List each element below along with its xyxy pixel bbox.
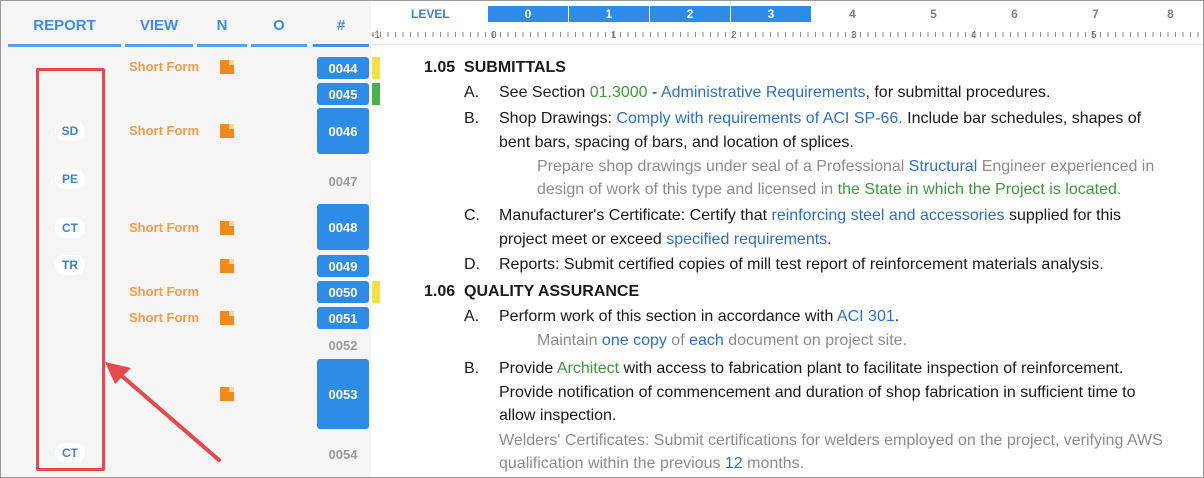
document-icon[interactable]: [220, 221, 234, 235]
view-short-form-0051[interactable]: Short Form: [129, 310, 199, 325]
paragraph-qa-b-line-2: Provide notification of commencement and…: [499, 384, 1136, 401]
months-count-link[interactable]: 12: [725, 455, 743, 472]
document-icon[interactable]: [220, 60, 234, 74]
paragraph-letter: B.: [464, 360, 480, 377]
document-icon[interactable]: [220, 124, 234, 138]
structural-link[interactable]: Structural: [909, 158, 977, 175]
level-4-button[interactable]: 4: [812, 6, 893, 22]
paragraph-d: Reports: Submit certified copies of mill…: [499, 256, 1104, 273]
ruler-label: 3: [851, 30, 857, 41]
view-short-form-0048[interactable]: Short Form: [129, 220, 199, 235]
row-metadata-panel: REPORT VIEW N O # SD PE CT TR CT Short F…: [1, 1, 371, 477]
document-icon[interactable]: [220, 259, 234, 273]
requirements-link[interactable]: specified requirements: [666, 231, 827, 248]
view-short-form-0050[interactable]: Short Form: [129, 284, 199, 299]
paragraph-qa-b: Provide Architect with access to fabrica…: [499, 360, 1124, 377]
paragraph-qa-b-note-line-2: qualification within the previous 12 mon…: [499, 455, 805, 472]
paragraph-qa-a: Perform work of this section in accordan…: [499, 308, 900, 325]
ruler-label: 0: [491, 30, 497, 41]
reference-link[interactable]: Comply with requirements of ACI SP-66.: [616, 110, 902, 127]
row-number-badge[interactable]: 0050: [317, 281, 369, 303]
paragraph-letter: C.: [464, 207, 480, 224]
paragraph-letter: D.: [464, 256, 480, 273]
paragraph-b-note-line-2: design of work of this type and licensed…: [537, 181, 1122, 198]
section-heading-1-06: 1.06 QUALITY ASSURANCE: [424, 283, 640, 300]
paragraph-qa-b-note: Welders' Certificates: Submit certificat…: [499, 432, 1163, 449]
level-1-button[interactable]: 1: [569, 6, 650, 22]
row-number-badge[interactable]: 0044: [317, 57, 369, 79]
architect-link[interactable]: Architect: [557, 360, 619, 377]
document-icon[interactable]: [220, 311, 234, 325]
level-8-button[interactable]: 8: [1136, 6, 1203, 22]
row-number-badge[interactable]: 0045: [317, 83, 369, 105]
paragraph-qa-a-note: Maintain one copy of each document on pr…: [537, 332, 908, 349]
row-number-badge[interactable]: 0049: [317, 255, 369, 277]
ruler-label: 5: [1091, 30, 1097, 41]
ruler-label: 2: [731, 30, 737, 41]
row-number-badge[interactable]: 0046: [317, 108, 369, 154]
specification-document: 1.05 SUBMITTALS A. See Section 01.3000 -…: [371, 47, 1203, 477]
level-ruler: LEVEL 0 1 2 3 4 5 6 7 8 -1 0 1 2 3 4 5: [371, 1, 1203, 47]
paragraph-letter: A.: [464, 84, 480, 101]
paragraph-c-line-2: project meet or exceed specified require…: [499, 231, 832, 248]
column-header-report[interactable]: REPORT: [8, 7, 121, 47]
column-header-o[interactable]: O: [251, 7, 307, 47]
section-heading-1-05: 1.05 SUBMITTALS: [424, 59, 566, 76]
paragraph-letter: A.: [464, 308, 480, 325]
level-label: LEVEL: [411, 7, 450, 21]
row-number-label[interactable]: 0054: [317, 444, 369, 464]
column-header-number[interactable]: #: [313, 7, 369, 47]
ruler-label: -1: [371, 30, 380, 41]
level-2-button[interactable]: 2: [650, 6, 731, 22]
column-header-view[interactable]: VIEW: [125, 7, 193, 47]
ruler-label: 4: [971, 30, 977, 41]
level-3-button[interactable]: 3: [731, 6, 812, 22]
app-frame: REPORT VIEW N O # SD PE CT TR CT Short F…: [0, 0, 1204, 478]
row-number-label[interactable]: 0047: [317, 171, 369, 191]
paragraph-b-line-2: bent bars, spacing of bars, and location…: [499, 134, 854, 151]
level-5-button[interactable]: 5: [893, 6, 974, 22]
highlight-box: [36, 68, 105, 471]
level-7-button[interactable]: 7: [1055, 6, 1136, 22]
ruler-ticks: -1 0 1 2 3 4 5: [371, 30, 1203, 45]
steel-link[interactable]: reinforcing steel and accessories: [771, 207, 1004, 224]
view-short-form-0044[interactable]: Short Form: [129, 59, 199, 74]
view-short-form-0046[interactable]: Short Form: [129, 123, 199, 138]
one-copy-link[interactable]: one copy: [602, 332, 667, 349]
paragraph-c: Manufacturer's Certificate: Certify that…: [499, 207, 1122, 224]
level-6-button[interactable]: 6: [974, 6, 1055, 22]
annotation-arrow-icon: [105, 362, 221, 462]
paragraph-qa-b-line-3: allow inspection.: [499, 407, 617, 424]
paragraph-a: See Section 01.3000 - Administrative Req…: [499, 84, 1051, 101]
level-0-button[interactable]: 0: [488, 6, 569, 22]
section-link[interactable]: 01.3000: [590, 84, 648, 101]
aci-301-link[interactable]: ACI 301: [837, 308, 895, 325]
paragraph-b: Shop Drawings: Comply with requirements …: [499, 110, 1142, 127]
ruler-label: 1: [611, 30, 617, 41]
row-number-label[interactable]: 0052: [317, 335, 369, 355]
paragraph-b-note: Prepare shop drawings under seal of a Pr…: [537, 158, 1155, 175]
paragraph-letter: B.: [464, 110, 480, 127]
column-header-n[interactable]: N: [197, 7, 247, 47]
each-link[interactable]: each: [689, 332, 724, 349]
row-number-badge[interactable]: 0051: [317, 307, 369, 329]
section-title-link[interactable]: Administrative Requirements: [661, 84, 866, 101]
row-number-badge[interactable]: 0053: [317, 359, 369, 429]
state-link[interactable]: the State in which the Project is locate…: [838, 181, 1117, 198]
row-number-badge[interactable]: 0048: [317, 204, 369, 250]
